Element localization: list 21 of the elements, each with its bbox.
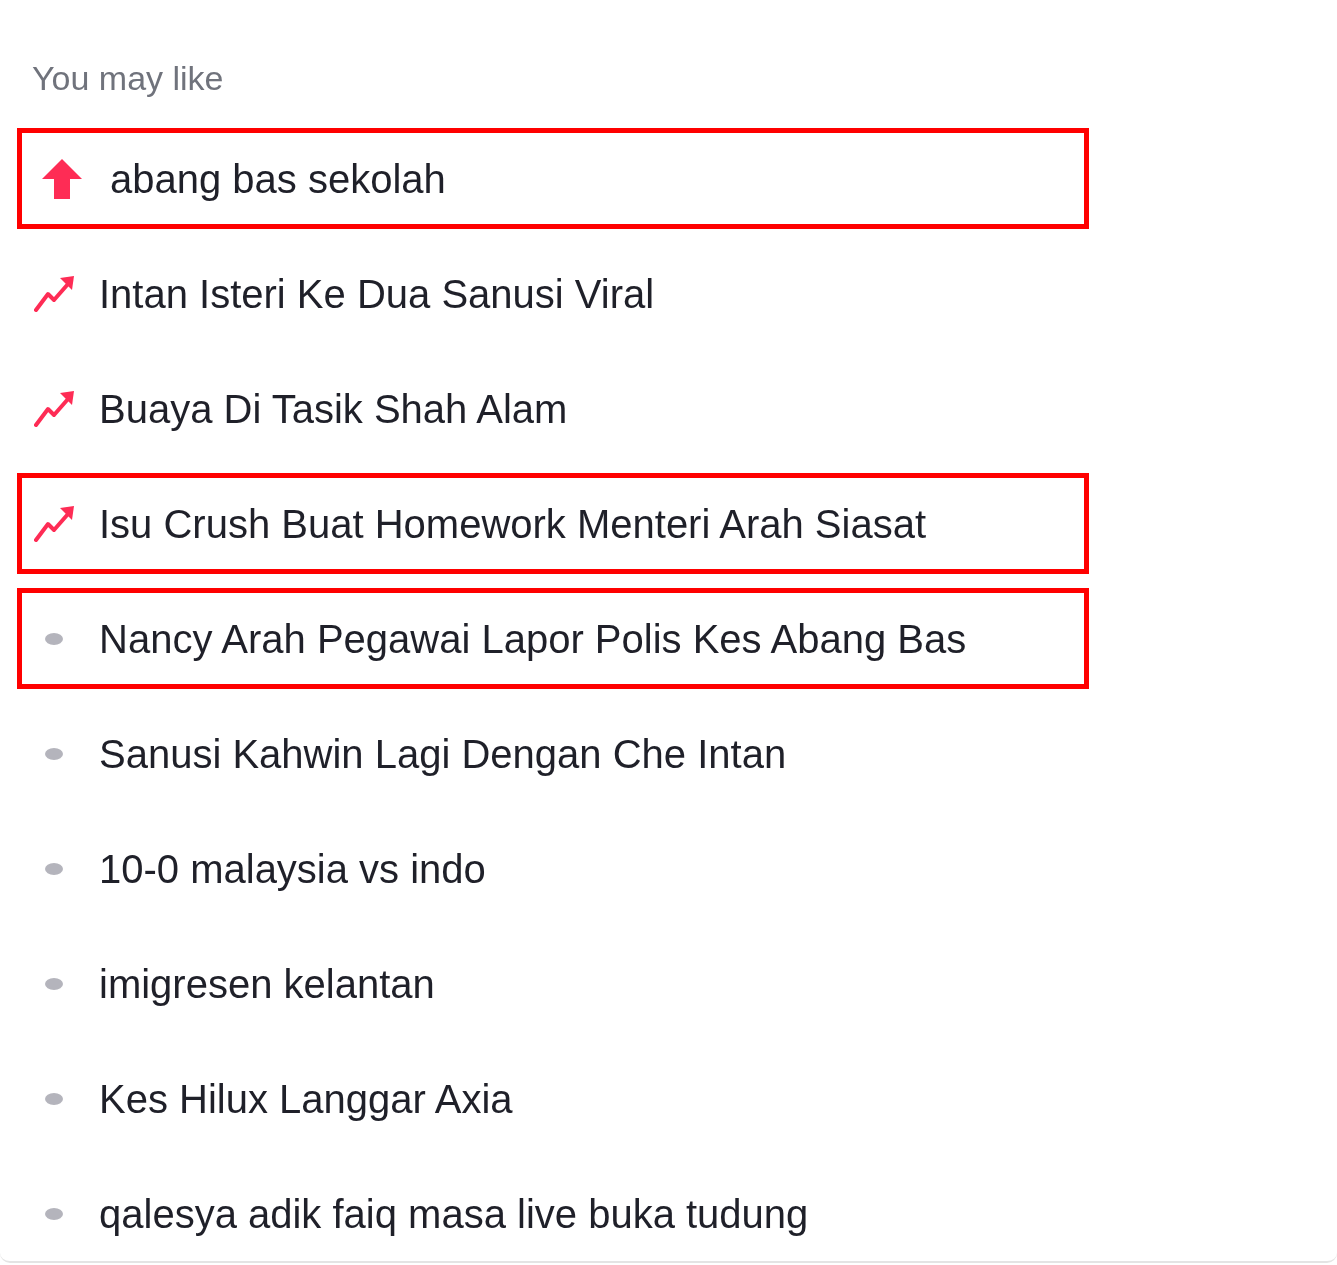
suggestion-item[interactable]: imigresen kelantan [17,933,1089,1034]
trending-up-icon [34,390,75,427]
trending-up-icon [34,275,75,312]
suggestion-item[interactable]: abang bas sekolah [17,128,1089,229]
dot-icon [45,1092,63,1105]
trending-up-icon [34,505,75,542]
dot-icon [45,1207,63,1220]
suggestion-item[interactable]: Kes Hilux Langgar Axia [17,1048,1089,1149]
dot-icon [45,632,63,645]
dot-icon [45,977,63,990]
dot-icon [45,747,63,760]
suggestion-item[interactable]: Sanusi Kahwin Lagi Dengan Che Intan [17,703,1089,804]
section-title: You may like [32,58,224,98]
suggestion-item[interactable]: Intan Isteri Ke Dua Sanusi Viral [17,243,1089,344]
suggestion-item[interactable]: Buaya Di Tasik Shah Alam [17,358,1089,459]
suggestion-item[interactable]: qalesya adik faiq masa live buka tudung [17,1163,1089,1264]
dot-icon [45,862,63,875]
suggestion-item[interactable]: Nancy Arah Pegawai Lapor Polis Kes Abang Bas [17,588,1089,689]
up-arrow-icon [42,158,82,199]
suggestion-item[interactable]: Isu Crush Buat Homework Menteri Arah Siasat [17,473,1089,574]
suggestion-item[interactable]: 10-0 malaysia vs indo [17,818,1089,919]
